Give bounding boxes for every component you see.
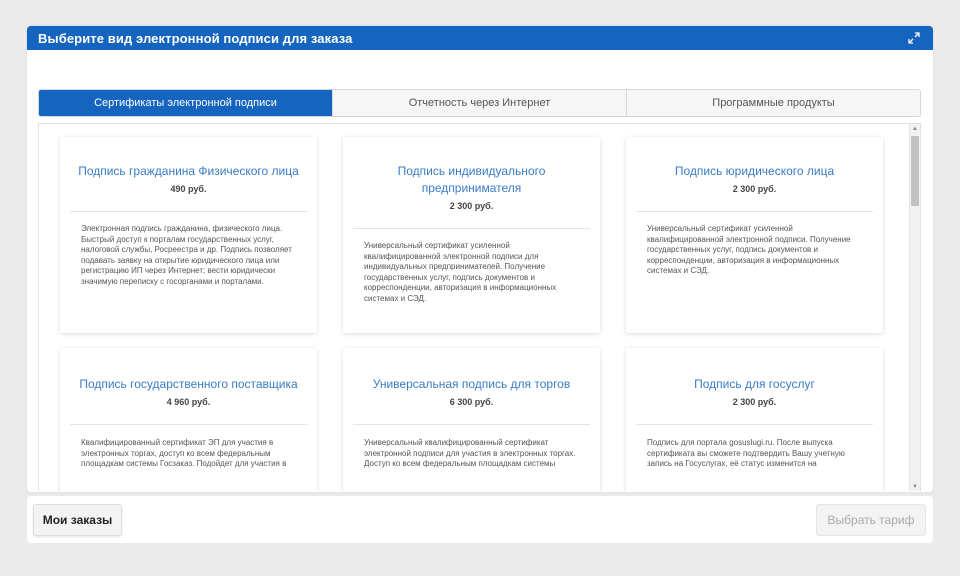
card-price: 4 960 руб. bbox=[166, 397, 211, 407]
card-description: Подпись для портала gosuslugi.ru. После … bbox=[647, 438, 845, 469]
card-description: Универсальный квалифицированный сертифик… bbox=[364, 438, 576, 469]
card-description: Электронная подпись гражданина, физическ… bbox=[81, 224, 292, 286]
card-divider bbox=[70, 424, 307, 425]
card-description: Квалифицированный сертификат ЭП для учас… bbox=[81, 438, 287, 469]
tab-signature-certificates[interactable]: Сертификаты электронной подписи bbox=[39, 90, 332, 116]
signature-dialog: Выберите вид электронной подписи для зак… bbox=[27, 26, 933, 492]
cards-container: Подпись гражданина Физического лица 490 … bbox=[38, 123, 921, 491]
scroll-down-arrow-icon[interactable]: ▼ bbox=[910, 482, 920, 491]
card-divider bbox=[70, 211, 307, 212]
card-title[interactable]: Подпись государственного поставщика bbox=[60, 348, 317, 393]
dialog-header: Выберите вид электронной подписи для зак… bbox=[27, 26, 933, 50]
card-price: 6 300 руб. bbox=[449, 397, 494, 407]
tab-internet-reporting[interactable]: Отчетность через Интернет bbox=[332, 90, 626, 116]
card-universal-trading[interactable]: Универсальная подпись для торгов 6 300 р… bbox=[343, 348, 600, 491]
select-tariff-button[interactable]: Выбрать тариф bbox=[816, 504, 926, 536]
card-entrepreneur[interactable]: Подпись индивидуального предпринимателя … bbox=[343, 137, 600, 333]
card-divider bbox=[353, 424, 590, 425]
card-title[interactable]: Подпись юридического лица bbox=[626, 137, 883, 180]
card-title[interactable]: Подпись индивидуального предпринимателя bbox=[343, 137, 600, 197]
dialog-title: Выберите вид электронной подписи для зак… bbox=[38, 30, 353, 46]
card-price: 2 300 руб. bbox=[449, 201, 494, 211]
scroll-up-arrow-icon[interactable]: ▲ bbox=[910, 124, 920, 134]
expand-icon[interactable] bbox=[907, 31, 921, 45]
my-orders-button[interactable]: Мои заказы bbox=[33, 504, 122, 536]
card-title[interactable]: Подпись для госуслуг bbox=[626, 348, 883, 393]
card-gosuslugi[interactable]: Подпись для госуслуг 2 300 руб. Подпись … bbox=[626, 348, 883, 491]
card-title[interactable]: Универсальная подпись для торгов bbox=[343, 348, 600, 393]
product-tabs: Сертификаты электронной подписи Отчетнос… bbox=[38, 89, 921, 117]
card-description: Универсальный сертификат усиленной квали… bbox=[364, 241, 557, 303]
card-individual[interactable]: Подпись гражданина Физического лица 490 … bbox=[60, 137, 317, 333]
card-price: 2 300 руб. bbox=[732, 397, 777, 407]
card-legal-entity[interactable]: Подпись юридического лица 2 300 руб. Уни… bbox=[626, 137, 883, 333]
card-price: 2 300 руб. bbox=[732, 184, 777, 194]
card-divider bbox=[636, 211, 873, 212]
card-title[interactable]: Подпись гражданина Физического лица bbox=[60, 137, 317, 180]
card-description: Универсальный сертификат усиленной квали… bbox=[647, 224, 851, 276]
tab-software-products[interactable]: Программные продукты bbox=[626, 90, 920, 116]
card-divider bbox=[636, 424, 873, 425]
card-price: 490 руб. bbox=[170, 184, 207, 194]
card-divider bbox=[353, 228, 590, 229]
vertical-scrollbar[interactable]: ▲ ▼ bbox=[909, 124, 920, 491]
scroll-thumb[interactable] bbox=[911, 136, 919, 206]
card-state-supplier[interactable]: Подпись государственного поставщика 4 96… bbox=[60, 348, 317, 491]
dialog-footer: Мои заказы Выбрать тариф bbox=[27, 496, 933, 543]
